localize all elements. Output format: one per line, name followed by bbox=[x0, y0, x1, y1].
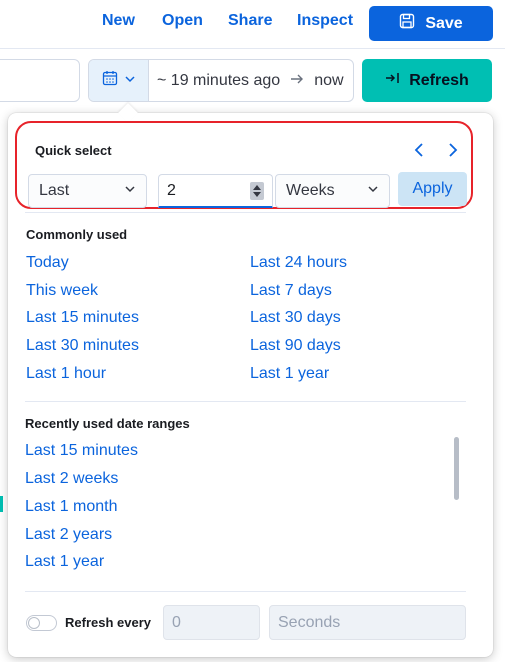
date-picker: ~ 19 minutes ago now bbox=[88, 59, 354, 102]
save-button-label: Save bbox=[425, 14, 463, 32]
quick-menu-button[interactable] bbox=[89, 60, 149, 101]
refresh-button-label: Refresh bbox=[409, 71, 469, 89]
recently-used-title: Recently used date ranges bbox=[25, 416, 190, 431]
range-start[interactable]: ~ 19 minutes ago bbox=[157, 72, 280, 90]
commonly-used-link[interactable]: Last 24 hours bbox=[250, 254, 347, 272]
recent-range-link[interactable]: Last 15 minutes bbox=[25, 442, 138, 460]
quantity-stepper[interactable] bbox=[250, 181, 264, 200]
refresh-every-label: Refresh every bbox=[65, 615, 151, 630]
quantity-input[interactable]: 2 bbox=[158, 174, 273, 208]
commonly-used-link[interactable]: Last 15 minutes bbox=[26, 309, 139, 327]
commonly-used-link[interactable]: This week bbox=[26, 282, 98, 300]
refresh-arrow-icon bbox=[385, 71, 401, 90]
share-link[interactable]: Share bbox=[228, 12, 272, 30]
commonly-used-link[interactable]: Last 1 hour bbox=[26, 365, 106, 383]
unit-value: Weeks bbox=[286, 182, 335, 199]
chevron-left-icon[interactable] bbox=[413, 141, 425, 162]
commonly-used-link[interactable]: Last 30 days bbox=[250, 309, 341, 327]
refresh-unit-select[interactable]: Seconds bbox=[269, 605, 466, 640]
commonly-used-link[interactable]: Last 7 days bbox=[250, 282, 332, 300]
new-link[interactable]: New bbox=[102, 12, 135, 30]
chevron-down-icon bbox=[124, 182, 136, 200]
background-chart-edge bbox=[0, 496, 3, 512]
commonly-used-link[interactable]: Today bbox=[26, 254, 69, 272]
toggle-knob bbox=[28, 617, 40, 629]
section-divider bbox=[25, 212, 466, 213]
save-icon bbox=[399, 13, 415, 34]
recent-range-link[interactable]: Last 1 month bbox=[25, 498, 118, 516]
direction-value: Last bbox=[39, 182, 70, 199]
quick-select-popover: Quick select Last 2 Weeks Apply Commonly… bbox=[8, 103, 493, 657]
query-input[interactable] bbox=[0, 59, 80, 102]
commonly-used-title: Commonly used bbox=[26, 227, 128, 242]
quick-select-highlight: Quick select Last 2 Weeks Apply bbox=[15, 121, 473, 209]
commonly-used-link[interactable]: Last 30 minutes bbox=[26, 337, 139, 355]
commonly-used-link[interactable]: Last 1 year bbox=[250, 365, 329, 383]
quantity-value: 2 bbox=[167, 181, 176, 199]
section-divider bbox=[25, 401, 466, 402]
top-nav: New Open Share Inspect Save bbox=[0, 0, 505, 46]
open-link[interactable]: Open bbox=[162, 12, 203, 30]
recent-range-link[interactable]: Last 2 years bbox=[25, 526, 112, 544]
recent-range-link[interactable]: Last 2 weeks bbox=[25, 470, 118, 488]
refresh-toggle[interactable] bbox=[26, 615, 57, 631]
calendar-icon bbox=[102, 70, 118, 91]
popover-arrow bbox=[118, 103, 138, 123]
range-end[interactable]: now bbox=[314, 72, 343, 90]
refresh-interval-input[interactable]: 0 bbox=[163, 605, 260, 640]
recent-scrollbar[interactable] bbox=[454, 437, 459, 500]
recent-range-link[interactable]: Last 1 year bbox=[25, 553, 104, 571]
chevron-down-icon bbox=[124, 72, 136, 90]
refresh-button[interactable]: Refresh bbox=[362, 59, 492, 102]
chevron-down-icon bbox=[367, 182, 379, 200]
apply-button[interactable]: Apply bbox=[398, 172, 467, 206]
quick-select-title: Quick select bbox=[35, 143, 112, 158]
chevron-right-icon[interactable] bbox=[447, 141, 459, 162]
date-range-display[interactable]: ~ 19 minutes ago now bbox=[149, 60, 353, 101]
direction-select[interactable]: Last bbox=[28, 174, 147, 208]
section-divider bbox=[25, 591, 466, 592]
arrow-right-icon bbox=[290, 72, 304, 90]
unit-select[interactable]: Weeks bbox=[275, 174, 390, 208]
commonly-used-link[interactable]: Last 90 days bbox=[250, 337, 341, 355]
save-button[interactable]: Save bbox=[369, 6, 493, 41]
header-divider bbox=[0, 48, 505, 49]
inspect-link[interactable]: Inspect bbox=[297, 12, 353, 30]
